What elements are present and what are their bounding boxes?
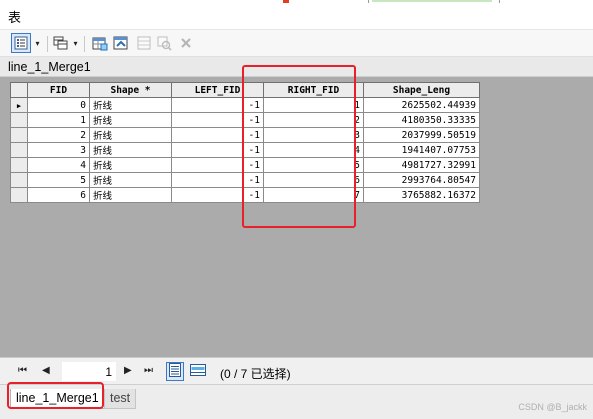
first-record-icon[interactable]: ⏮: [18, 365, 27, 376]
row-selector[interactable]: [10, 187, 28, 203]
show-all-records-icon: [169, 363, 181, 380]
cell-shape-leng[interactable]: 2993764.80547: [363, 172, 480, 188]
cell-shape[interactable]: 折线: [89, 142, 172, 158]
watermark-text: CSDN @B_jackk: [518, 402, 587, 412]
cell-fid[interactable]: 6: [27, 187, 90, 203]
row-selector-header[interactable]: [10, 82, 28, 98]
toolbar-separator: [84, 36, 85, 52]
top-edge-decoration: [368, 0, 371, 3]
row-selector[interactable]: [10, 172, 28, 188]
cell-shape-leng[interactable]: 3765882.16372: [363, 187, 480, 203]
cell-fid[interactable]: 1: [27, 112, 90, 128]
right-fid-highlight-box: [242, 65, 356, 228]
top-edge-decoration: [497, 0, 500, 3]
table-options-dropdown[interactable]: ▾: [32, 33, 43, 53]
window-title: 表: [8, 10, 22, 25]
column-header-fid[interactable]: FID: [27, 82, 90, 98]
cell-shape[interactable]: 折线: [89, 112, 172, 128]
cell-fid[interactable]: 2: [27, 127, 90, 143]
row-selector[interactable]: [10, 157, 28, 173]
delete-selected-button[interactable]: [177, 33, 195, 53]
cell-shape[interactable]: 折线: [89, 187, 172, 203]
row-selector[interactable]: [10, 112, 28, 128]
row-selector[interactable]: [10, 127, 28, 143]
column-header-shape[interactable]: Shape *: [89, 82, 172, 98]
related-tables-dropdown[interactable]: ▾: [71, 33, 80, 53]
next-record-icon[interactable]: ▶: [124, 365, 132, 376]
cell-shape[interactable]: 折线: [89, 97, 172, 113]
cell-fid[interactable]: 0: [27, 97, 90, 113]
cell-fid[interactable]: 4: [27, 157, 90, 173]
switch-selection-button[interactable]: [111, 33, 131, 53]
tab-highlight-box: [7, 382, 104, 409]
clear-selection-button[interactable]: [135, 33, 153, 53]
row-selector[interactable]: ▶: [10, 97, 28, 113]
clear-selection-icon: [137, 36, 151, 50]
tab-test[interactable]: test: [104, 389, 137, 409]
column-header-shape-leng[interactable]: Shape_Leng: [363, 82, 480, 98]
cell-shape-leng[interactable]: 2625502.44939: [363, 97, 480, 113]
current-record-value: 1: [105, 365, 112, 379]
cell-shape-leng[interactable]: 1941407.07753: [363, 142, 480, 158]
delete-selected-icon: [180, 37, 192, 49]
cell-shape[interactable]: 折线: [89, 127, 172, 143]
table-options-icon: [14, 36, 28, 50]
cell-fid[interactable]: 5: [27, 172, 90, 188]
table-options-button[interactable]: [11, 33, 31, 53]
table-name: line_1_Merge1: [8, 60, 91, 74]
show-selected-records-icon: [190, 364, 206, 379]
last-record-icon[interactable]: ⏭: [144, 365, 153, 376]
related-tables-icon: [53, 36, 69, 50]
show-selected-records-button[interactable]: [189, 362, 207, 381]
previous-record-icon[interactable]: ◀: [42, 365, 50, 376]
show-all-records-button[interactable]: [166, 362, 184, 381]
top-edge-decoration: [372, 0, 492, 2]
select-by-attributes-icon: [92, 36, 108, 51]
cell-shape[interactable]: 折线: [89, 172, 172, 188]
row-selector[interactable]: [10, 142, 28, 158]
cell-shape-leng[interactable]: 2037999.50519: [363, 127, 480, 143]
cell-shape[interactable]: 折线: [89, 157, 172, 173]
select-by-attributes-button[interactable]: [90, 33, 110, 53]
zoom-to-selected-icon: [157, 36, 172, 51]
cell-fid[interactable]: 3: [27, 142, 90, 158]
record-navigation-bar: ⏮ ◀ 1 ▶ ⏭ (0 / 7 已选择): [0, 357, 593, 384]
current-row-marker-icon: ▶: [16, 101, 22, 110]
dropdown-arrow-icon: ▾: [35, 38, 40, 48]
switch-selection-icon: [113, 36, 129, 51]
table-toolbar: ▾ ▾: [0, 30, 593, 57]
window-titlebar: 表: [0, 0, 593, 30]
toolbar-separator: [47, 36, 48, 52]
cell-shape-leng[interactable]: 4180350.33335: [363, 112, 480, 128]
cell-shape-leng[interactable]: 4981727.32991: [363, 157, 480, 173]
related-tables-button[interactable]: [51, 33, 71, 53]
current-record-field[interactable]: 1: [62, 362, 116, 381]
selection-count-text: (0 / 7 已选择): [220, 367, 291, 381]
top-edge-decoration: [283, 0, 289, 3]
dropdown-arrow-icon: ▾: [73, 38, 78, 48]
zoom-to-selected-button[interactable]: [155, 33, 173, 53]
